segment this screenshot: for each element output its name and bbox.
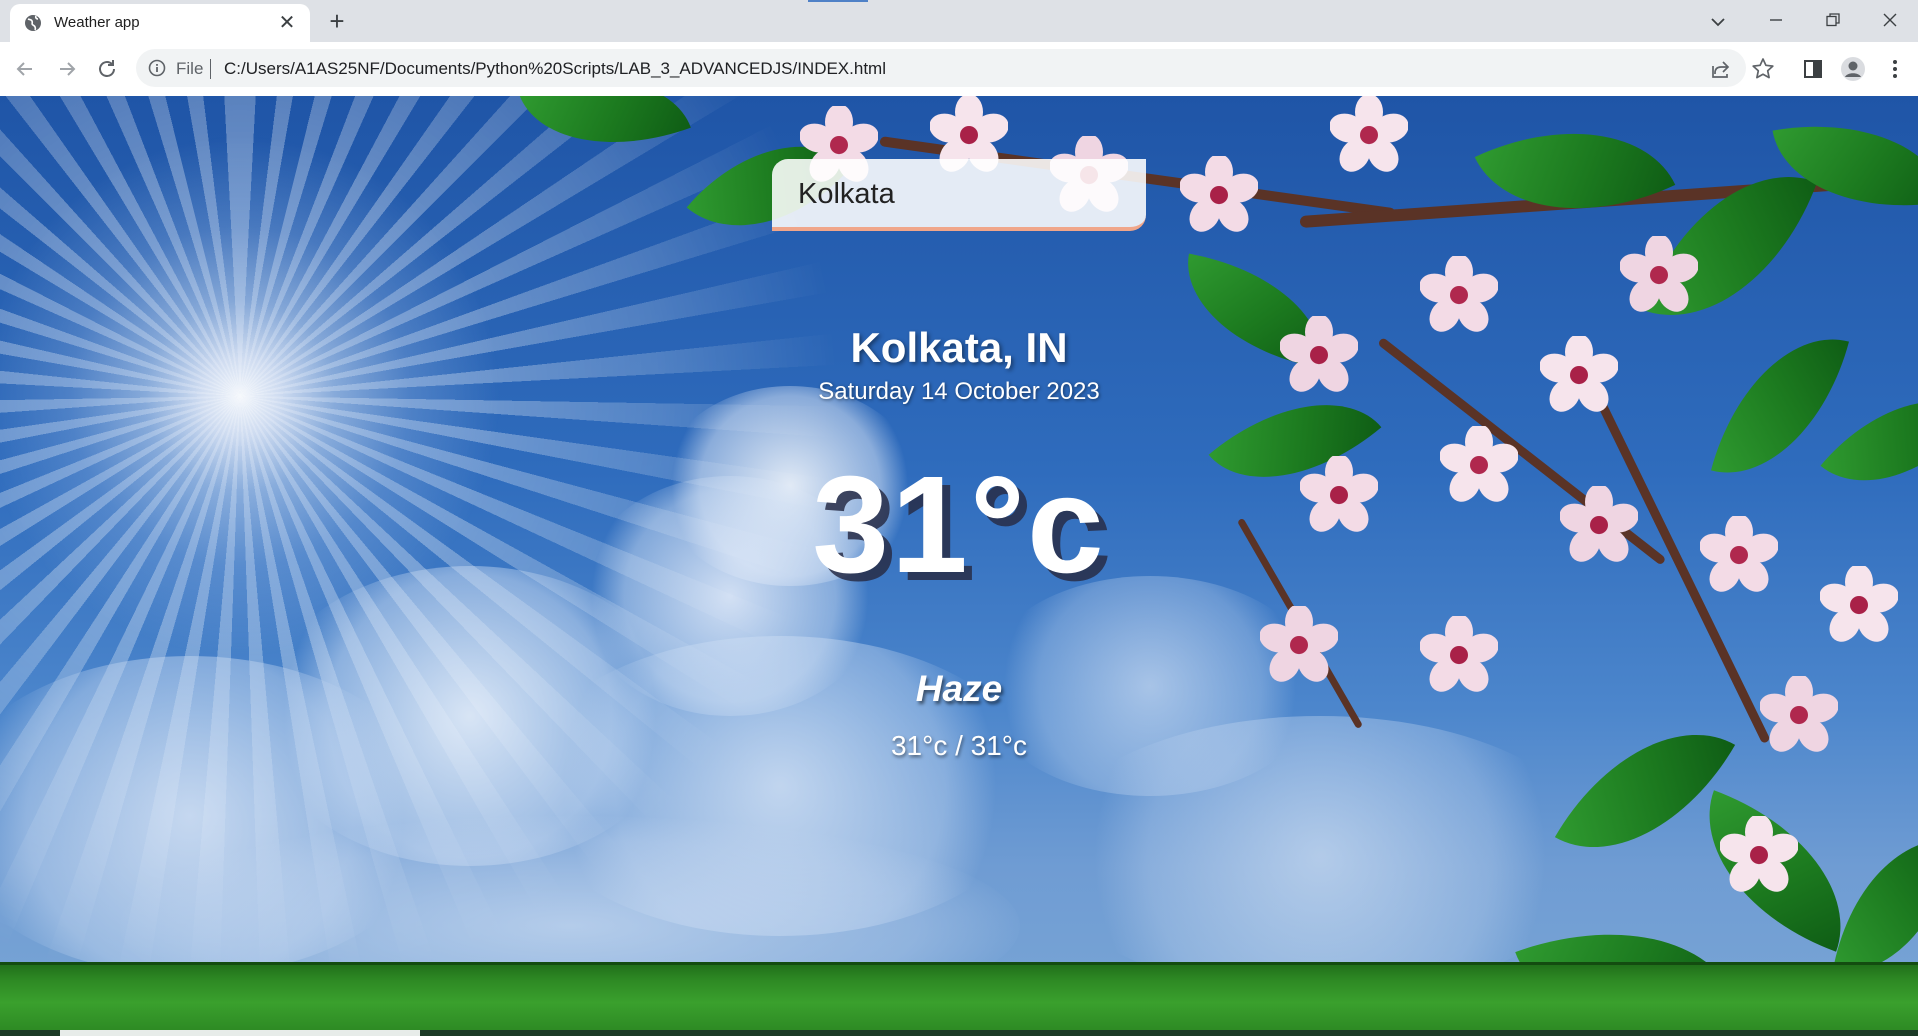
kebab-menu-icon[interactable]: [1882, 56, 1908, 82]
info-icon[interactable]: [148, 59, 166, 77]
tab-weather-app[interactable]: Weather app ✕: [10, 4, 310, 42]
tab-strip-indicator: [808, 0, 868, 2]
arrow-right-icon[interactable]: [54, 56, 80, 82]
city-search-box[interactable]: [772, 159, 1146, 231]
star-icon[interactable]: [1750, 56, 1776, 82]
arrow-left-icon[interactable]: [12, 56, 38, 82]
high-low-temperature: 31°c / 31°c: [890, 730, 1028, 761]
side-panel-icon[interactable]: [1800, 56, 1826, 82]
grass-strip: [0, 962, 1918, 1036]
page-bottom-bar-segment: [60, 1030, 420, 1036]
new-tab-button[interactable]: +: [322, 6, 352, 36]
tab-title: Weather app: [54, 14, 140, 31]
url-text[interactable]: C:/Users/A1AS25NF/Documents/Python%20Scr…: [224, 59, 886, 79]
share-icon[interactable]: [1710, 58, 1732, 80]
reload-icon[interactable]: [94, 56, 120, 82]
url-separator: [210, 59, 211, 79]
tab-search-icon[interactable]: [1700, 6, 1736, 36]
close-tab-icon[interactable]: ✕: [276, 12, 298, 34]
tab-strip: Weather app ✕ +: [0, 0, 1918, 42]
globe-icon: [24, 14, 42, 32]
address-bar[interactable]: File C:/Users/A1AS25NF/Documents/Python%…: [136, 49, 1746, 87]
city-search-input[interactable]: [796, 173, 1120, 215]
city-name: Kolkata, IN: [850, 324, 1068, 371]
close-window-icon[interactable]: [1872, 6, 1908, 36]
file-scheme-label: File: [176, 59, 204, 78]
weather-page: Kolkata, IN Saturday 14 October 2023 31°…: [0, 96, 1918, 1036]
weather-condition: Haze: [915, 668, 1003, 709]
current-temperature: 31°c: [812, 448, 1106, 602]
minimize-icon[interactable]: [1758, 6, 1794, 36]
current-date: Saturday 14 October 2023: [818, 378, 1100, 405]
horizon-line: [0, 962, 1918, 965]
browser-toolbar: File C:/Users/A1AS25NF/Documents/Python%…: [0, 42, 1918, 96]
restore-icon[interactable]: [1815, 6, 1851, 36]
profile-icon[interactable]: [1840, 56, 1866, 82]
